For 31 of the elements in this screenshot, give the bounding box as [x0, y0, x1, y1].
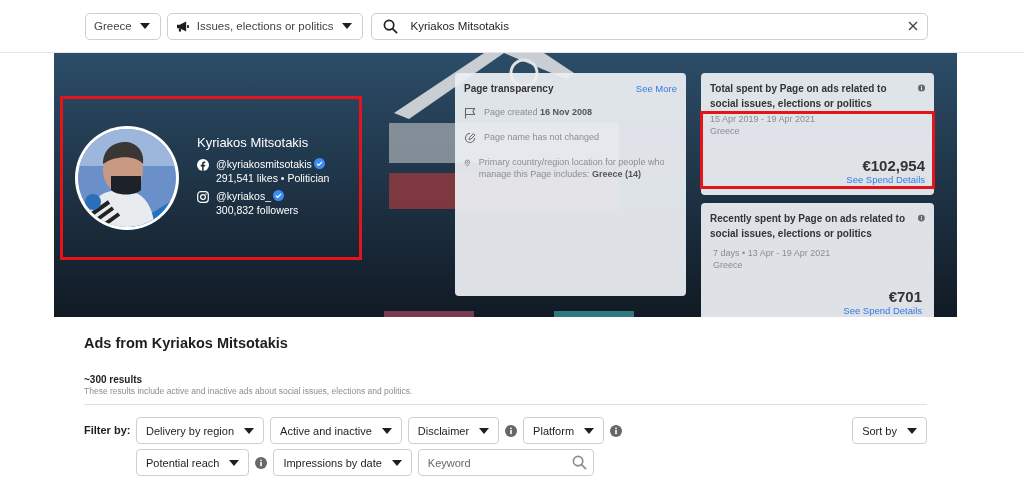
megaphone-icon	[175, 20, 189, 32]
close-icon[interactable]	[908, 20, 918, 31]
caret-icon	[139, 23, 150, 29]
section-title: Ads from Kyriakos Mitsotakis	[84, 335, 289, 351]
caret-icon	[479, 427, 490, 434]
filter-dropdown[interactable]: Disclaimer	[407, 417, 500, 444]
info-icon[interactable]	[505, 424, 518, 437]
caret-icon	[584, 427, 595, 434]
info-icon[interactable]	[610, 424, 623, 437]
filter-label: Filter by:	[84, 424, 132, 438]
filter-dropdown[interactable]: Impressions by date	[273, 449, 412, 476]
search-icon	[571, 455, 587, 470]
filter-dropdown[interactable]: Delivery by region	[136, 417, 265, 444]
dropdown-button[interactable]: Greece	[85, 12, 161, 40]
info-icon[interactable]	[255, 456, 268, 469]
filter-dropdown[interactable]: Platform	[523, 417, 605, 444]
dropdown-button[interactable]: Issues, elections or politics	[166, 12, 363, 40]
keyword-field[interactable]: Keyword	[417, 449, 594, 476]
filter-dropdown[interactable]: Potential reach	[136, 449, 250, 476]
results-count: ~300 results	[84, 374, 144, 385]
results-description: These results include active and inactive ads about social issues, elections and politics.	[84, 386, 414, 396]
caret-icon	[381, 427, 392, 434]
caret-icon	[341, 23, 352, 29]
caret-icon	[229, 459, 240, 466]
sort-dropdown[interactable]: Sort by	[852, 417, 927, 444]
filter-dropdown[interactable]: Active and inactive	[270, 417, 402, 444]
search-icon	[382, 18, 398, 34]
caret-icon	[907, 427, 917, 434]
search-field[interactable]: Kyriakos Mitsotakis	[370, 12, 928, 40]
caret-icon	[244, 427, 255, 434]
caret-icon	[391, 459, 402, 466]
